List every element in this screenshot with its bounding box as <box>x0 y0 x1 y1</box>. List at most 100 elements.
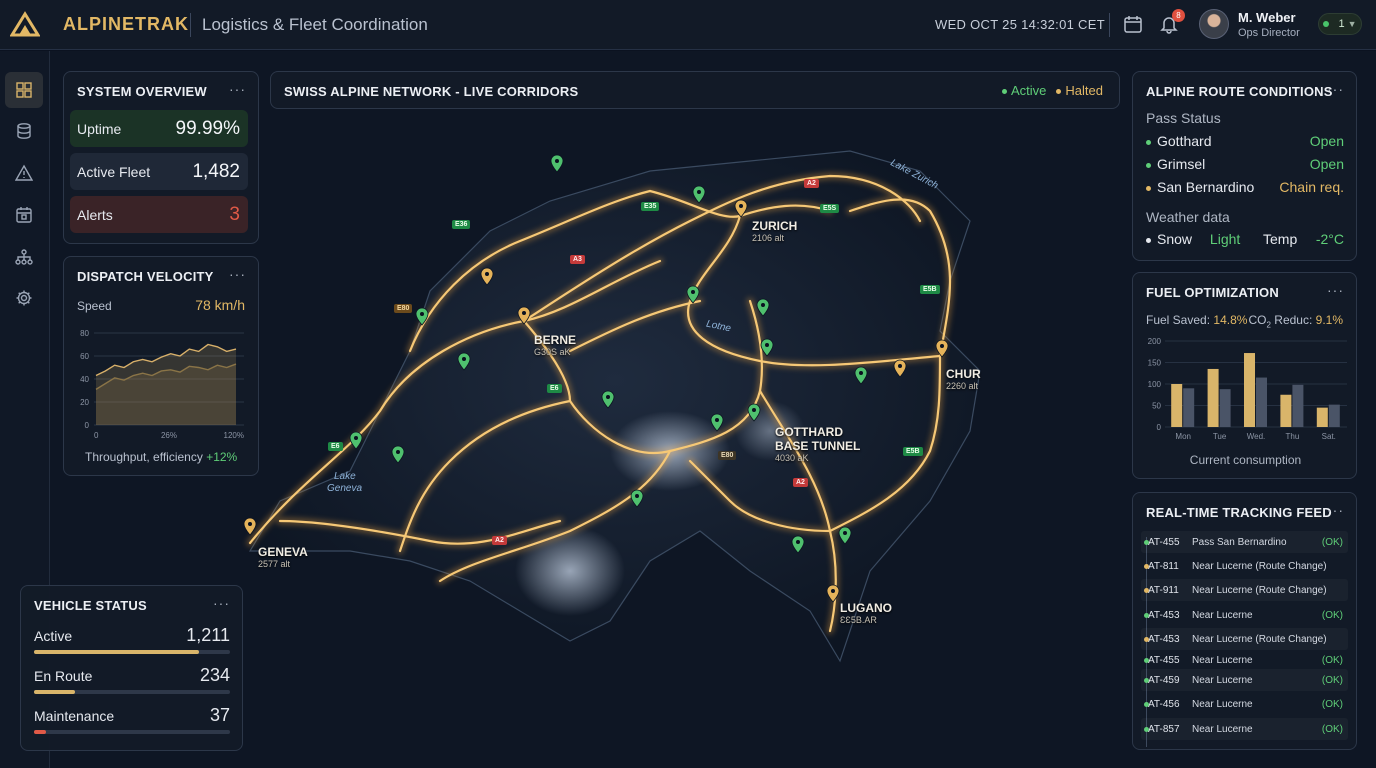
x-tick-label: 0 <box>94 431 99 440</box>
alerts-card[interactable]: Alerts 3 <box>70 196 248 233</box>
sidebar-item-settings[interactable] <box>5 280 43 316</box>
tracking-row[interactable]: AT-459 Near Lucerne (OK) <box>1141 669 1348 691</box>
dispatch-chart[interactable]: 80 60 40 20 00 26% 120% <box>72 325 254 447</box>
legend-active[interactable]: Active <box>1002 83 1046 98</box>
chevron-down-icon: ▼ <box>1347 19 1357 29</box>
sidebar-item-data[interactable] <box>5 113 43 149</box>
fleet-value: 1,482 <box>192 160 240 182</box>
bar[interactable] <box>1316 407 1328 427</box>
user-name[interactable]: M. Weber <box>1238 10 1296 25</box>
dispatch-footer: Throughput, efficiency +12% <box>85 450 238 464</box>
calendar-icon[interactable] <box>1123 14 1143 34</box>
x-tick-label: Wed. <box>1247 432 1266 441</box>
vehicle-status-row[interactable]: Maintenance 37 <box>34 705 230 728</box>
bar[interactable] <box>1183 388 1195 427</box>
tracking-row[interactable]: AT-857 Near Lucerne (OK) <box>1141 718 1348 740</box>
more-icon[interactable]: ··· <box>229 266 246 282</box>
more-icon[interactable]: ··· <box>229 81 246 97</box>
avatar[interactable] <box>1199 9 1229 39</box>
co2-reduction: CO2 Reduc: 9.1% <box>1248 313 1343 330</box>
alpinetrak-logo-icon[interactable] <box>10 11 40 37</box>
vehicle-status-row[interactable]: En Route 234 <box>34 665 230 688</box>
uptime-value: 99.99% <box>175 117 240 139</box>
dashboard-icon <box>16 82 32 98</box>
pass-row-gotthard[interactable]: Gotthard Open <box>1146 133 1344 149</box>
current-datetime: WED OCT 25 14:32:01 CET <box>935 17 1105 32</box>
timeline-dot <box>1144 587 1149 593</box>
vehicle-status: (OK) <box>1321 674 1343 686</box>
tracking-row[interactable]: AT-911 Near Lucerne (Route Change) <box>1141 579 1348 601</box>
city-chur[interactable]: CHUR 2260 alt <box>946 367 981 391</box>
tracking-row[interactable]: AT-811 Near Lucerne (Route Change) <box>1141 555 1348 577</box>
map-title: SWISS ALPINE NETWORK - LIVE CORRIDORS <box>284 84 579 99</box>
bar[interactable] <box>1244 353 1255 427</box>
calendar-icon <box>16 207 32 223</box>
status-bar-fill <box>34 650 199 654</box>
road-chip: E5S <box>820 204 840 213</box>
more-icon[interactable]: ··· <box>1327 81 1344 97</box>
bar[interactable] <box>1219 389 1231 427</box>
pass-row-san-bernardino[interactable]: San Bernardino Chain req. <box>1146 179 1344 195</box>
vehicle-location: Near Lucerne <box>1192 698 1253 710</box>
divider <box>1109 13 1110 37</box>
tracking-row[interactable]: AT-453 Near Lucerne (OK) <box>1141 604 1348 626</box>
road-chip: E35 <box>641 202 660 211</box>
bar[interactable] <box>1171 384 1183 427</box>
road-chip: E5B <box>903 447 923 456</box>
brand-name[interactable]: ALPINETRAK <box>63 14 189 35</box>
vehicle-location: Near Lucerne (Route Change) <box>1192 633 1327 645</box>
bar[interactable] <box>1256 377 1267 427</box>
efficiency-delta: +12% <box>206 450 238 464</box>
uptime-card[interactable]: Uptime 99.99% <box>70 110 248 147</box>
map-legend: Active Halted <box>1002 83 1103 98</box>
weather-label: Weather data <box>1146 209 1230 225</box>
tracking-row[interactable]: AT-455 Pass San Bernardino (OK) <box>1141 531 1348 553</box>
bar[interactable] <box>1207 368 1219 427</box>
city-geneva[interactable]: GENEVA 2577 alt <box>258 545 308 569</box>
y-tick-label: 60 <box>80 352 89 361</box>
tracking-row[interactable]: AT-456 Near Lucerne (OK) <box>1141 693 1348 715</box>
status-value: 37 <box>209 705 230 725</box>
status-value: 1,211 <box>186 625 230 645</box>
panel-title: VEHICLE STATUS <box>34 598 147 613</box>
pass-status-label: Pass Status <box>1146 110 1221 126</box>
vehicle-location: Near Lucerne <box>1192 723 1253 735</box>
sidebar-item-network[interactable] <box>5 239 43 275</box>
vehicle-status-row[interactable]: Active 1,211 <box>34 625 230 648</box>
more-icon[interactable]: ··· <box>1327 502 1344 518</box>
timeline-dot <box>1144 539 1149 545</box>
city-lugano[interactable]: LUGANO ƐƐ5B.AR <box>840 601 892 625</box>
tracking-feed-panel: REAL-TIME TRACKING FEED ··· AT-455 Pass S… <box>1132 492 1357 750</box>
pass-row-grimsel[interactable]: Grimsel Open <box>1146 156 1344 172</box>
fuel-optimization-panel: FUEL OPTIMIZATION ··· Fuel Saved: 14.8% … <box>1132 272 1357 479</box>
active-fleet-card[interactable]: Active Fleet 1,482 <box>70 153 248 190</box>
fuel-chart[interactable]: 200 150 100 50 0 Mon Tue Wed. Thu Sat. <box>1137 333 1353 448</box>
panel-title: FUEL OPTIMIZATION <box>1146 285 1279 300</box>
legend-halted[interactable]: Halted <box>1056 83 1103 98</box>
sidebar-item-schedule[interactable] <box>5 197 43 233</box>
city-zurich[interactable]: ZURICH 2106 alt <box>752 219 797 243</box>
tracking-row[interactable]: AT-453 Near Lucerne (Route Change) <box>1141 628 1348 650</box>
top-bar: ALPINETRAK Logistics & Fleet Coordinatio… <box>0 0 1376 50</box>
system-overview-panel: SYSTEM OVERVIEW ··· Uptime 99.99% Active … <box>63 71 259 244</box>
sidebar-item-alerts[interactable] <box>5 155 43 191</box>
x-tick-label: Mon <box>1175 432 1191 441</box>
city-berne[interactable]: BERNE G30S aK <box>534 333 576 357</box>
timeline-dot <box>1144 726 1149 732</box>
city-gotthard[interactable]: GOTTHARD BASE TUNNEL 4030 aK <box>775 425 860 463</box>
sidebar-item-dashboard[interactable] <box>5 72 43 108</box>
divider <box>190 13 191 37</box>
bar[interactable] <box>1280 394 1292 427</box>
bar[interactable] <box>1328 404 1340 427</box>
more-icon[interactable]: ··· <box>1327 282 1344 298</box>
bar[interactable] <box>1292 384 1304 427</box>
x-tick-label: Tue <box>1213 432 1227 441</box>
vehicle-location: Near Lucerne (Route Change) <box>1192 560 1327 572</box>
tracking-row[interactable]: AT-455 Near Lucerne (OK) <box>1141 649 1348 671</box>
status-dropdown[interactable]: 1 ▼ <box>1318 13 1362 35</box>
road-chip: A3 <box>570 255 585 264</box>
more-icon[interactable]: ··· <box>213 595 230 611</box>
y-tick-label: 50 <box>1152 402 1161 411</box>
speed-value: 78 km/h <box>195 297 245 313</box>
warning-icon <box>15 164 33 181</box>
